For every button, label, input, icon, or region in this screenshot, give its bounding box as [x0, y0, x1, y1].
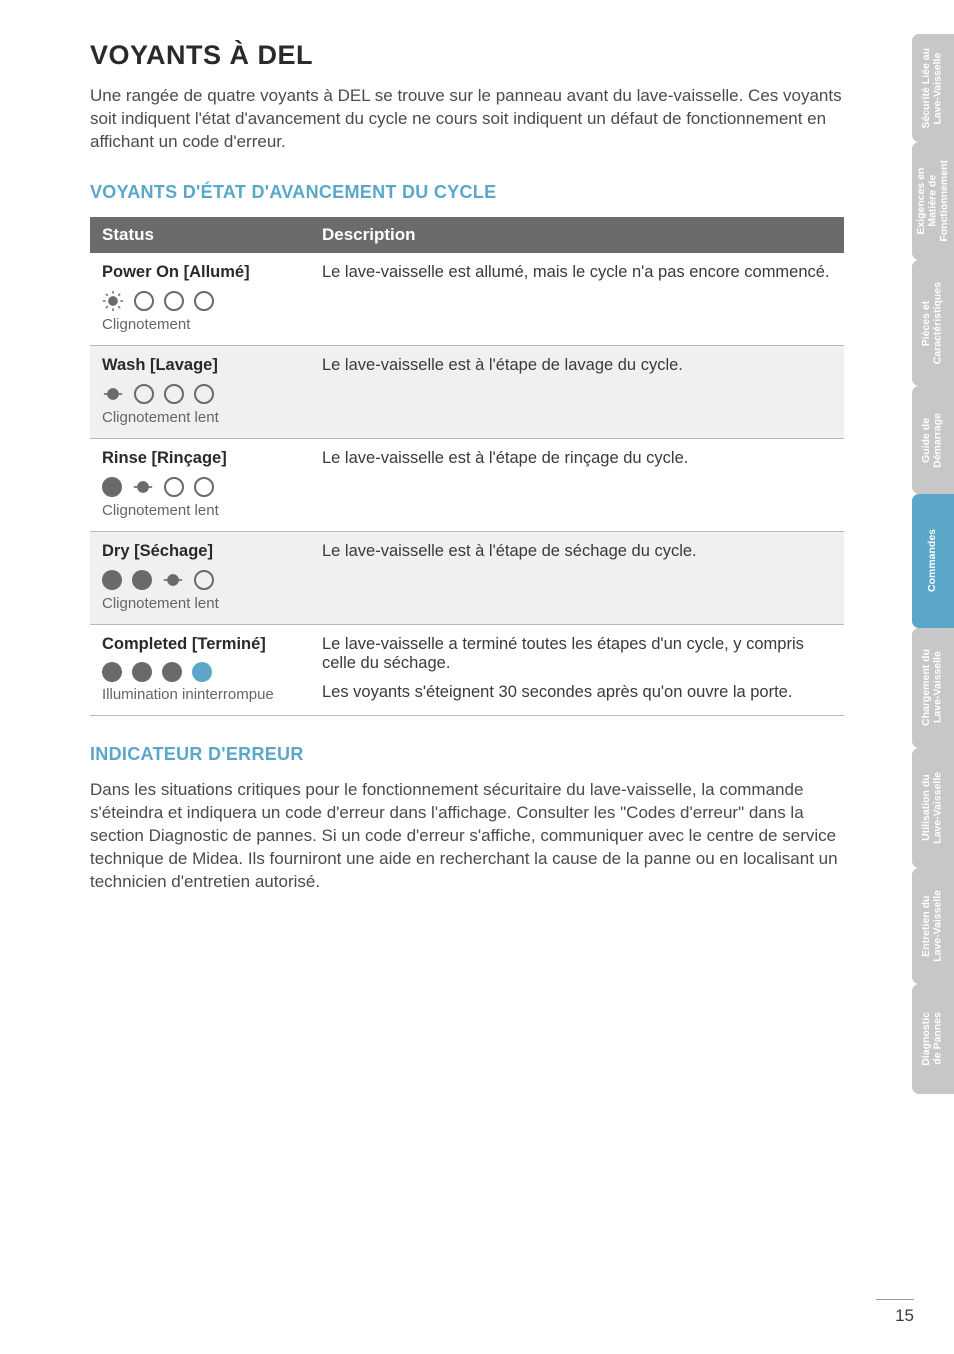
status-label: Rinse [Rinçage]	[102, 449, 298, 468]
side-tab[interactable]: Guide de Démarrage	[912, 386, 954, 494]
sun-icon	[162, 569, 184, 591]
side-tab[interactable]: Diagnostic de Pannes	[912, 984, 954, 1094]
side-tab-label: Pièces et Caractéristiques	[921, 282, 944, 364]
led-off-icon	[134, 384, 154, 404]
status-desc: Le lave-vaisselle est à l'étape de rinça…	[310, 438, 844, 531]
status-sub: Clignotement lent	[102, 502, 298, 519]
sun-icon	[132, 476, 154, 498]
led-off-icon	[164, 384, 184, 404]
side-tab[interactable]: Exigences en Matière de Fonctionnement	[912, 142, 954, 260]
side-tab-label: Chargement du Lave-Vaisselle	[921, 649, 944, 726]
page-number: 15	[876, 1299, 914, 1326]
status-sub: Clignotement lent	[102, 595, 298, 612]
status-sub: Illumination ininterrompue	[102, 686, 298, 703]
led-icons	[102, 476, 298, 498]
col-description: Description	[310, 217, 844, 253]
side-tab[interactable]: Chargement du Lave-Vaisselle	[912, 628, 954, 748]
section-cycle-heading: VOYANTS D'ÉTAT D'AVANCEMENT DU CYCLE	[90, 182, 844, 203]
led-on-icon	[102, 570, 122, 590]
side-tab[interactable]: Commandes	[912, 494, 954, 628]
status-label: Power On [Allumé]	[102, 263, 298, 282]
status-sub: Clignotement	[102, 316, 298, 333]
intro-text: Une rangée de quatre voyants à DEL se tr…	[90, 85, 844, 154]
table-row: Completed [Terminé] Illumination ininter…	[90, 624, 844, 715]
status-desc-2: Les voyants s'éteignent 30 secondes aprè…	[322, 683, 832, 702]
led-on-icon	[162, 662, 182, 682]
led-off-icon	[194, 477, 214, 497]
table-row: Power On [Allumé] Clignotement Le lave-v…	[90, 253, 844, 346]
led-off-icon	[194, 570, 214, 590]
status-label: Wash [Lavage]	[102, 356, 298, 375]
side-tab-label: Guide de Démarrage	[921, 413, 944, 468]
side-tab[interactable]: Utilisation du Lave-Vaisselle	[912, 748, 954, 868]
led-off-icon	[194, 291, 214, 311]
side-tab[interactable]: Pièces et Caractéristiques	[912, 260, 954, 386]
error-text: Dans les situations critiques pour le fo…	[90, 779, 844, 894]
led-icons	[102, 290, 298, 312]
led-on-icon	[132, 662, 152, 682]
led-off-icon	[164, 477, 184, 497]
side-tab-label: Utilisation du Lave-Vaisselle	[921, 772, 944, 844]
side-tab-label: Diagnostic de Pannes	[921, 1012, 944, 1066]
led-on-icon	[102, 662, 122, 682]
cycle-status-table: Status Description Power On [Allumé]	[90, 217, 844, 716]
side-tab[interactable]: Entretien du Lave-Vaisselle	[912, 868, 954, 984]
status-desc: Le lave-vaisselle est allumé, mais le cy…	[310, 253, 844, 346]
side-tabs: Sécurité Liée au Lave-Vaisselle Exigences…	[912, 34, 954, 1094]
led-icons	[102, 662, 298, 682]
sun-icon	[102, 383, 124, 405]
table-row: Wash [Lavage] Clignotement lent Le lave-…	[90, 345, 844, 438]
status-sub: Clignotement lent	[102, 409, 298, 426]
status-label: Dry [Séchage]	[102, 542, 298, 561]
led-on-icon	[132, 570, 152, 590]
led-off-icon	[164, 291, 184, 311]
side-tab-label: Entretien du Lave-Vaisselle	[921, 890, 944, 962]
side-tab-label: Exigences en Matière de Fonctionnement	[916, 160, 951, 242]
section-error-heading: INDICATEUR D'ERREUR	[90, 744, 844, 765]
status-desc: Le lave-vaisselle est à l'étape de lavag…	[310, 345, 844, 438]
sun-icon	[102, 290, 124, 312]
led-on-icon	[102, 477, 122, 497]
led-icons	[102, 383, 298, 405]
led-off-icon	[134, 291, 154, 311]
led-off-icon	[194, 384, 214, 404]
status-desc: Le lave-vaisselle a terminé toutes les é…	[322, 635, 832, 673]
side-tab-label: Sécurité Liée au Lave-Vaisselle	[921, 48, 944, 129]
table-row: Rinse [Rinçage] Clignotement lent Le lav…	[90, 438, 844, 531]
status-label: Completed [Terminé]	[102, 635, 298, 654]
table-row: Dry [Séchage] Clignotement lent Le lave-…	[90, 531, 844, 624]
status-desc: Le lave-vaisselle est à l'étape de sécha…	[310, 531, 844, 624]
side-tab[interactable]: Sécurité Liée au Lave-Vaisselle	[912, 34, 954, 142]
led-active-icon	[192, 662, 212, 682]
page-title: VOYANTS À DEL	[90, 40, 844, 71]
side-tab-label: Commandes	[927, 529, 939, 592]
col-status: Status	[90, 217, 310, 253]
led-icons	[102, 569, 298, 591]
